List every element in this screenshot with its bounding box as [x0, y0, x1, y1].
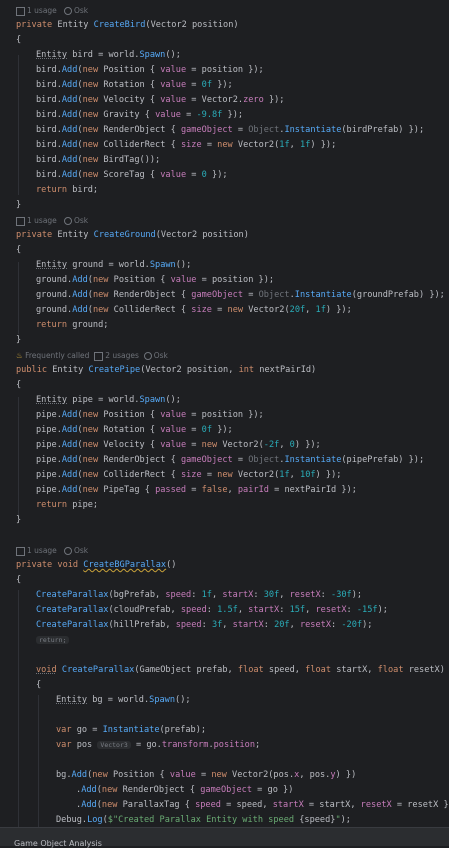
code-line[interactable]: pipe.Add(new PipeTag { passed = false, p…	[36, 483, 449, 498]
author-text: Osk	[73, 216, 89, 225]
author-text: Osk	[73, 546, 89, 555]
code-line[interactable]: ground.Add(new Position { value = positi…	[36, 273, 449, 288]
bottom-panel-title[interactable]: Game Object Analysis	[14, 839, 102, 848]
code-line[interactable]: Entity pipe = world.Spawn();	[36, 393, 449, 408]
return-hint: return;	[36, 636, 70, 644]
usage-icon	[94, 351, 104, 361]
code-line[interactable]: Entity bg = world.Spawn();	[56, 693, 449, 708]
code-line[interactable]: Debug.Log($"Created Parallax Entity with…	[56, 813, 449, 828]
usage-hint[interactable]: ♨ Frequently called 2 usages Osk	[16, 348, 449, 363]
author-text: Osk	[153, 351, 168, 360]
user-icon	[63, 217, 72, 225]
code-line[interactable]: private void CreateBGParallax()	[16, 558, 449, 573]
code-line[interactable]: bird.Add(new Rotation { value = 0f });	[36, 78, 449, 93]
code-line[interactable]: pipe.Add(new RenderObject { gameObject =…	[36, 453, 449, 468]
code-line[interactable]: ground.Add(new ColliderRect { size = new…	[36, 303, 449, 318]
usage-text: 1 usage	[27, 546, 57, 555]
user-icon	[63, 7, 72, 15]
code-line[interactable]: return pipe;	[36, 498, 449, 513]
code-line[interactable]: {	[16, 378, 449, 393]
code-line[interactable]: pipe.Add(new Velocity { value = new Vect…	[36, 438, 449, 453]
code-line[interactable]: bird.Add(new ScoreTag { value = 0 });	[36, 168, 449, 183]
bottom-panel[interactable]: Game Object Analysis	[0, 827, 449, 848]
code-line[interactable]: }	[16, 513, 449, 528]
code-line[interactable]: }	[16, 198, 449, 213]
code-line[interactable]: bird.Add(new ColliderRect { size = new V…	[36, 138, 449, 153]
indent-guide	[18, 262, 19, 334]
code-line[interactable]: bg.Add(new Position { value = new Vector…	[56, 768, 449, 783]
code-line[interactable]: CreateParallax(cloudPrefab, speed: 1.5f,…	[36, 603, 449, 618]
usage-icon	[16, 546, 25, 556]
code-line[interactable]: bird.Add(new Velocity { value = Vector2.…	[36, 93, 449, 108]
code-line[interactable]: }	[16, 333, 449, 348]
indent-guide	[18, 55, 19, 195]
usage-hint[interactable]: 1 usage Osk	[16, 3, 449, 18]
code-line[interactable]: public Entity CreatePipe(Vector2 positio…	[16, 363, 449, 378]
usage-text: 1 usage	[27, 6, 57, 15]
indent-guide	[18, 590, 19, 830]
code-line: return;	[36, 633, 449, 648]
user-icon	[143, 352, 152, 360]
code-line[interactable]: return ground;	[36, 318, 449, 333]
usage-text: 2 usages	[105, 351, 139, 360]
code-line[interactable]: void CreateParallax(GameObject prefab, f…	[36, 663, 449, 678]
usage-hint[interactable]: 1 usage Osk	[16, 543, 449, 558]
code-line[interactable]: var pos Vector3 = go.transform.position;	[56, 738, 449, 753]
code-line[interactable]: return bird;	[36, 183, 449, 198]
frequent-text: Frequently called	[25, 351, 90, 360]
code-line[interactable]: .Add(new ParallaxTag { speed = speed, st…	[76, 798, 449, 813]
code-line[interactable]: .Add(new RenderObject { gameObject = go …	[76, 783, 449, 798]
code-line[interactable]: {	[36, 678, 449, 693]
author-text: Osk	[73, 6, 89, 15]
code-line[interactable]: pipe.Add(new ColliderRect { size = new V…	[36, 468, 449, 483]
code-line[interactable]: private Entity CreateBird(Vector2 positi…	[16, 18, 449, 33]
usage-icon	[16, 6, 25, 16]
user-icon	[63, 547, 72, 555]
type-hint: Vector3	[97, 741, 131, 749]
code-line[interactable]: ground.Add(new RenderObject { gameObject…	[36, 288, 449, 303]
code-line[interactable]: {	[16, 33, 449, 48]
usage-icon	[16, 216, 25, 226]
code-line[interactable]: var go = Instantiate(prefab);	[56, 723, 449, 738]
code-line[interactable]: bird.Add(new Position { value = position…	[36, 63, 449, 78]
indent-guide	[18, 397, 19, 515]
code-line[interactable]: CreateParallax(bgPrefab, speed: 1f, star…	[36, 588, 449, 603]
flame-icon: ♨	[16, 351, 23, 360]
code-line[interactable]: pipe.Add(new Position { value = position…	[36, 408, 449, 423]
indent-guide	[38, 695, 39, 830]
usage-text: 1 usage	[27, 216, 57, 225]
code-line[interactable]: bird.Add(new RenderObject { gameObject =…	[36, 123, 449, 138]
code-line[interactable]: pipe.Add(new Rotation { value = 0f });	[36, 423, 449, 438]
code-line[interactable]: {	[16, 243, 449, 258]
code-line[interactable]: {	[16, 573, 449, 588]
code-line[interactable]: private Entity CreateGround(Vector2 posi…	[16, 228, 449, 243]
code-line[interactable]: CreateParallax(hillPrefab, speed: 3f, st…	[36, 618, 449, 633]
usage-hint[interactable]: 1 usage Osk	[16, 213, 449, 228]
code-line[interactable]: bird.Add(new BirdTag());	[36, 153, 449, 168]
code-line[interactable]: Entity bird = world.Spawn();	[36, 48, 449, 63]
code-line[interactable]: bird.Add(new Gravity { value = -9.8f });	[36, 108, 449, 123]
code-line[interactable]: Entity ground = world.Spawn();	[36, 258, 449, 273]
